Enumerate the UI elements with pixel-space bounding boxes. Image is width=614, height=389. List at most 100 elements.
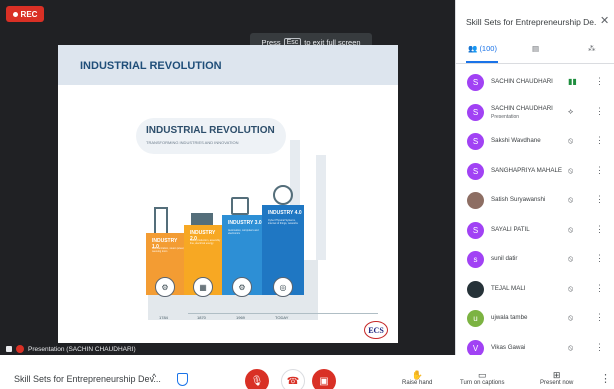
participant-name: SANGHAPRIYA MAHALE — [491, 166, 563, 174]
step-desc: Automation, computers and electronics — [228, 229, 259, 235]
participant-row[interactable]: S Sakshi Wavdhane ⦸ ⋮ — [456, 127, 614, 157]
participant-row[interactable]: Satish Suryawanshi ⦸ ⋮ — [456, 186, 614, 216]
step-desc: Mechanization, steam power, weaving loom — [152, 247, 185, 253]
mic-muted-icon[interactable]: ⦸ — [568, 136, 573, 146]
mic-muted-icon[interactable]: ⦸ — [568, 343, 573, 353]
people-icon: 👥 — [468, 44, 478, 53]
panel-title: Skill Sets for Entrepreneurship De... — [466, 17, 596, 27]
more-options-icon[interactable]: ⋮ — [595, 224, 604, 235]
participant-row[interactable]: S SANGHAPRIYA MAHALE ⦸ ⋮ — [456, 157, 614, 187]
presenting-icon[interactable]: ⟡ — [568, 107, 573, 117]
shield-icon[interactable] — [177, 373, 188, 386]
camera-button[interactable]: ▣ — [312, 369, 336, 389]
speaking-icon[interactable]: ▮▮ — [568, 77, 577, 86]
participant-name: sunil datir — [491, 255, 518, 262]
more-options-icon[interactable]: ⋮ — [595, 342, 604, 353]
activities-icon: ⁂ — [588, 44, 596, 53]
avatar — [467, 192, 484, 209]
participant-name: Sakshi Wavdhane — [491, 137, 541, 144]
participant-name: Vikas Gawai — [491, 343, 526, 351]
participant-row[interactable]: s sunil datir ⦸ ⋮ — [456, 245, 614, 275]
avatar: u — [467, 310, 484, 327]
participant-list: S SACHIN CHAUDHARI ▮▮ ⋮ S SACHIN CHAUDHARI Pre… — [456, 68, 614, 363]
close-icon[interactable]: ✕ — [600, 14, 609, 27]
more-options-icon[interactable]: ⋮ — [595, 76, 604, 87]
step-label: INDUSTRY 3.0 — [228, 220, 262, 226]
avatar — [467, 280, 484, 298]
more-options-icon[interactable]: ⋮ — [595, 194, 604, 205]
recording-badge: REC — [6, 6, 44, 22]
captions-button[interactable]: ▭ Turn on captions — [460, 370, 504, 386]
timeline-line — [188, 313, 378, 314]
bottom-bar: Skill Sets for Entrepreneurship Dev... ^… — [0, 355, 614, 389]
presenter-label: Presentation (SACHIN CHAUDHARI) — [28, 345, 136, 353]
mic-muted-icon[interactable]: ⦸ — [568, 225, 573, 235]
title-cloud: INDUSTRIAL REVOLUTION TRANSFORMING INDUS… — [136, 118, 286, 154]
participant-row[interactable]: TEJAL MALI ⦸ ⋮ — [456, 275, 614, 305]
avatar: S — [467, 103, 484, 121]
raise-hand-button[interactable]: ✋ Raise hand — [402, 370, 432, 386]
avatar: s — [467, 251, 484, 268]
participant-subtitle: Presentation — [491, 113, 520, 120]
leave-call-button[interactable]: ☎ — [281, 369, 305, 389]
mic-off-icon — [16, 345, 24, 353]
avatar: S — [467, 133, 484, 150]
panel-tabs: 👥 (100) ▤ ⁂ — [456, 40, 614, 64]
participant-row[interactable]: u ujwala tambe ⦸ ⋮ — [456, 304, 614, 334]
mic-muted-icon[interactable]: ⦸ — [568, 313, 573, 323]
mic-muted-icon[interactable]: ⦸ — [568, 166, 573, 176]
cloud-subtitle: TRANSFORMING INDUSTRIES AND INNOVATION — [146, 140, 239, 145]
active-tab-indicator — [466, 61, 498, 63]
avatar: S — [467, 221, 484, 239]
more-options-icon[interactable]: ⋮ — [595, 135, 604, 146]
mic-muted-icon[interactable]: ⦸ — [568, 254, 573, 264]
participant-row[interactable]: S SACHIN CHAUDHARI ▮▮ ⋮ — [456, 68, 614, 98]
hand-icon: ✋ — [411, 370, 423, 380]
present-label: Present now — [540, 380, 574, 386]
ecs-logo: ECS — [364, 321, 388, 339]
participant-name: Satish Suryawanshi — [491, 196, 546, 203]
tab-chat[interactable]: ▤ — [532, 44, 539, 53]
participant-row[interactable]: S SAYALI PATIL ⦸ ⋮ — [456, 216, 614, 246]
present-button[interactable]: ⊞ Present now — [540, 370, 573, 386]
tab-activities[interactable]: ⁂ — [588, 44, 596, 53]
more-options-icon[interactable]: ⋮ — [595, 312, 604, 323]
step-label: INDUSTRY 4.0 — [268, 210, 302, 216]
mic-muted-icon[interactable]: ⦸ — [568, 195, 573, 205]
more-options-icon[interactable]: ⋮ — [595, 165, 604, 176]
tab-people[interactable]: 👥 (100) — [468, 44, 497, 53]
shared-slide: INDUSTRIAL REVOLUTION INDUSTRIAL REVOLUT… — [58, 45, 398, 345]
more-options-icon[interactable]: ⋮ — [595, 283, 604, 294]
raise-hand-label: Raise hand — [402, 380, 433, 386]
record-dot-icon — [12, 11, 18, 17]
chat-icon: ▤ — [532, 44, 540, 53]
avatar: S — [467, 74, 484, 91]
assembly-icon — [191, 213, 213, 225]
pin-icon[interactable] — [6, 346, 12, 352]
oil-derrick-icon — [154, 207, 168, 233]
avatar: V — [467, 339, 484, 357]
presenter-bar: Presentation (SACHIN CHAUDHARI) — [0, 343, 455, 355]
mic-muted-icon[interactable]: ⦸ — [568, 284, 573, 294]
step-3-icon: ⚙ — [232, 277, 252, 297]
people-panel: Skill Sets for Entrepreneurship De... ✕ … — [455, 0, 614, 357]
captions-label: Turn on captions — [460, 380, 505, 386]
mic-off-icon: 🎙 — [250, 375, 264, 387]
step-2-icon: ▦ — [193, 277, 213, 297]
camera-off-icon: ▣ — [319, 375, 329, 387]
more-options-icon[interactable]: ⋮ — [600, 372, 611, 385]
meet-app: REC Press Esc to exit full screen INDUST… — [0, 0, 614, 389]
gears-icon — [273, 185, 293, 205]
mic-button[interactable]: 🎙 — [245, 369, 269, 389]
chimney-shape — [316, 155, 326, 260]
more-options-icon[interactable]: ⋮ — [595, 253, 604, 264]
meeting-name[interactable]: Skill Sets for Entrepreneurship Dev... — [14, 374, 161, 384]
avatar: S — [467, 162, 484, 180]
step-desc: Cyber Physical Systems, internet of thin… — [268, 219, 298, 225]
step-1-icon: ⚙ — [155, 277, 175, 297]
more-options-icon[interactable]: ⋮ — [595, 106, 604, 117]
slide-header: INDUSTRIAL REVOLUTION — [58, 45, 398, 85]
participant-row[interactable]: S SACHIN CHAUDHARI Presentation ⟡ ⋮ — [456, 98, 614, 128]
chevron-up-icon[interactable]: ^ — [152, 372, 156, 382]
participant-name: ujwala tambe — [491, 314, 528, 321]
